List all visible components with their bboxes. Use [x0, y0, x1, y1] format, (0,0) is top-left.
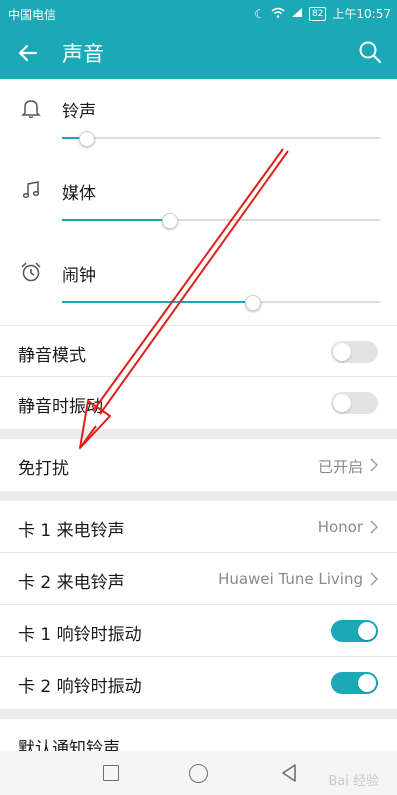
ringtone-volume-slider[interactable]: [62, 131, 380, 147]
do-not-disturb-row[interactable]: 免打扰 已开启: [0, 439, 397, 491]
signal-icon: [291, 7, 303, 21]
toggle-knob: [358, 622, 376, 640]
home-icon[interactable]: [189, 764, 208, 783]
status-bar: 中国电信 ☾ 82 上午10:57: [0, 0, 397, 27]
toggle-knob: [333, 343, 351, 361]
battery-indicator: 82: [308, 6, 327, 21]
music-note-icon: [20, 179, 42, 201]
media-volume-row: 媒体: [0, 161, 397, 243]
card1-ringtone-row[interactable]: 卡 1 来电铃声 Honor: [0, 501, 397, 553]
toggle-knob: [358, 674, 376, 692]
silent-vibrate-row[interactable]: 静音时振动: [0, 377, 397, 429]
page-title: 声音: [62, 42, 104, 66]
settings-list: 铃声 媒体 闹钟 静音模式 静音时振动 免打扰 已开启 卡 1 来电铃声 Hon…: [0, 79, 397, 771]
status-icons: ☾ 82 上午10:57: [254, 5, 391, 22]
alarm-volume-label: 闹钟: [62, 266, 96, 286]
silent-mode-toggle[interactable]: [331, 341, 378, 363]
card2-ringtone-label: 卡 2 来电铃声: [18, 573, 125, 593]
chevron-right-icon: [369, 519, 379, 535]
app-bar: 声音: [0, 27, 397, 79]
wifi-icon: [271, 7, 285, 21]
moon-icon: ☾: [254, 6, 265, 21]
search-icon[interactable]: [357, 39, 383, 65]
silent-vibrate-label: 静音时振动: [18, 397, 103, 417]
recent-apps-icon[interactable]: [103, 765, 119, 781]
card1-ringtone-label: 卡 1 来电铃声: [18, 521, 125, 541]
back-arrow-icon[interactable]: [14, 39, 42, 67]
do-not-disturb-label: 免打扰: [18, 459, 69, 479]
clock: 上午10:57: [332, 7, 391, 21]
do-not-disturb-status: 已开启: [317, 458, 363, 476]
chevron-right-icon: [369, 457, 379, 473]
card2-ringtone-value: Huawei Tune Living: [218, 570, 363, 588]
alarm-clock-icon: [20, 261, 42, 283]
media-volume-slider[interactable]: [62, 213, 380, 229]
silent-mode-label: 静音模式: [18, 346, 86, 366]
card1-vibrate-toggle[interactable]: [331, 620, 378, 642]
slider-knob[interactable]: [79, 131, 96, 147]
section-divider: [0, 709, 397, 719]
ringtone-volume-row: 铃声: [0, 79, 397, 161]
slider-track: [62, 137, 380, 139]
card1-vibrate-row[interactable]: 卡 1 响铃时振动: [0, 605, 397, 657]
media-volume-label: 媒体: [62, 184, 96, 204]
slider-knob[interactable]: [244, 295, 261, 311]
section-divider: [0, 429, 397, 439]
alarm-volume-row: 闹钟: [0, 243, 397, 325]
slider-knob[interactable]: [162, 213, 179, 229]
chevron-right-icon: [369, 571, 379, 587]
watermark: Bai 经验: [328, 774, 379, 789]
card2-vibrate-label: 卡 2 响铃时振动: [18, 677, 142, 697]
bell-icon: [20, 97, 42, 119]
silent-mode-row[interactable]: 静音模式: [0, 325, 397, 377]
navigation-bar: Bai 经验: [0, 751, 397, 795]
slider-fill: [62, 219, 171, 221]
silent-vibrate-toggle[interactable]: [331, 392, 378, 414]
back-triangle-icon[interactable]: [280, 763, 298, 783]
slider-fill: [62, 301, 253, 303]
card2-vibrate-row[interactable]: 卡 2 响铃时振动: [0, 657, 397, 709]
toggle-knob: [333, 394, 351, 412]
card2-ringtone-row[interactable]: 卡 2 来电铃声 Huawei Tune Living: [0, 553, 397, 605]
card1-vibrate-label: 卡 1 响铃时振动: [18, 625, 142, 645]
ringtone-volume-label: 铃声: [62, 102, 96, 122]
card1-ringtone-value: Honor: [317, 518, 363, 536]
section-divider: [0, 491, 397, 501]
carrier-name: 中国电信: [8, 8, 57, 22]
alarm-volume-slider[interactable]: [62, 295, 380, 311]
card2-vibrate-toggle[interactable]: [331, 672, 378, 694]
